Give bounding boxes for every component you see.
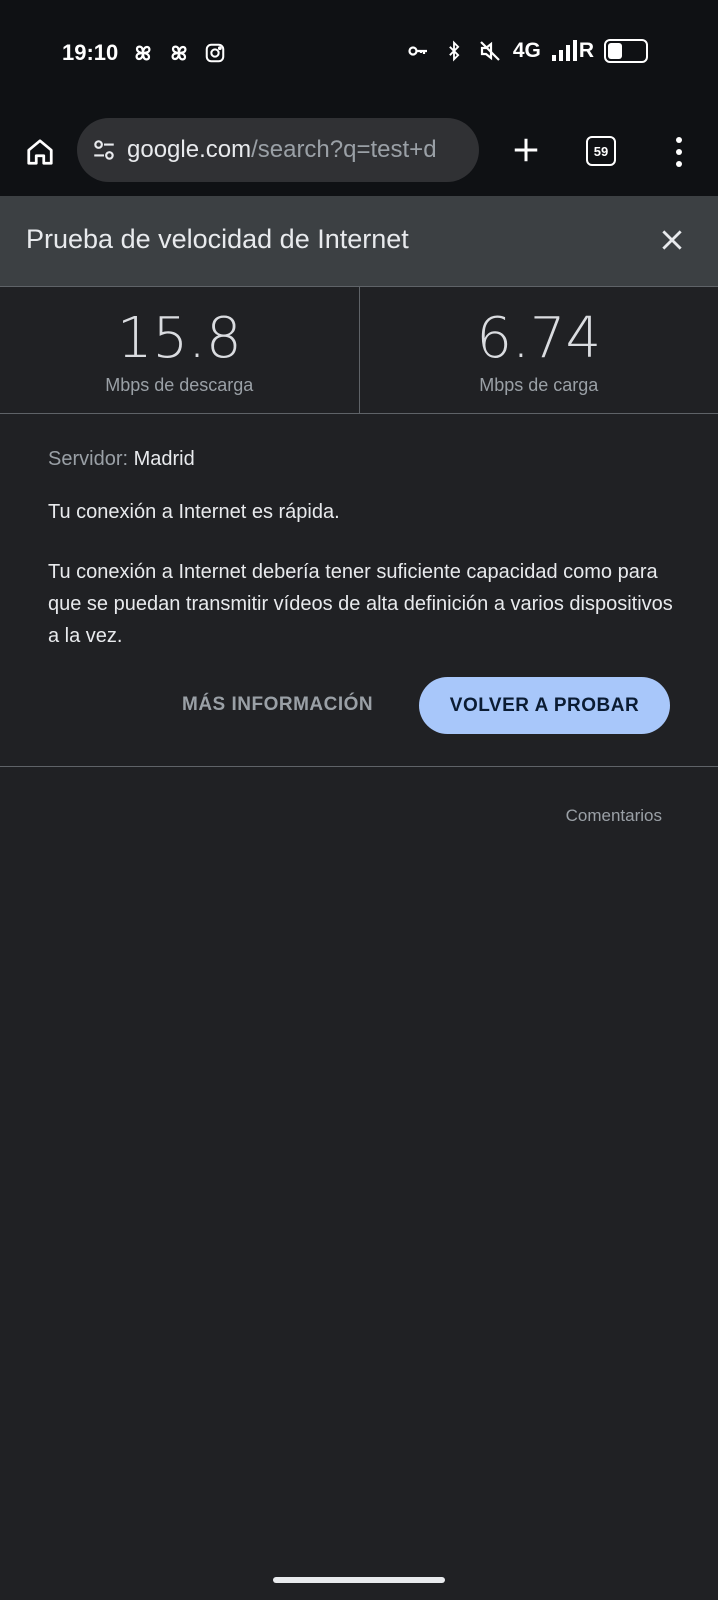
upload-value: 6.74 (476, 306, 602, 371)
upload-result: 6.74 Mbps de carga (358, 287, 718, 413)
connection-description: Tu conexión a Internet debería tener suf… (48, 561, 673, 647)
mute-icon (477, 38, 503, 64)
roaming-indicator: R (578, 39, 594, 62)
pinwheel-icon (166, 40, 192, 66)
dot-icon (676, 137, 682, 143)
server-line: Servidor: Madrid (48, 448, 678, 471)
panel-header: Prueba de velocidad de Internet (0, 196, 718, 287)
url-host: google.com (127, 136, 252, 163)
battery-icon (604, 39, 648, 63)
vpn-key-icon (405, 38, 431, 64)
feedback-link[interactable]: Comentarios (566, 806, 662, 826)
signal-icon (551, 38, 577, 64)
close-button[interactable] (652, 220, 692, 260)
home-icon (27, 139, 53, 165)
retry-button[interactable]: VOLVER A PROBAR (419, 677, 670, 734)
plus-icon (514, 138, 538, 162)
dot-icon (676, 161, 682, 167)
url-path: /search?q=test+d (251, 136, 437, 163)
new-tab-button[interactable] (504, 128, 548, 172)
gesture-bar[interactable] (273, 1577, 445, 1583)
download-value: 15.8 (116, 306, 242, 371)
more-menu-button[interactable] (664, 130, 694, 174)
close-icon (662, 230, 682, 250)
server-label: Servidor: (48, 448, 129, 470)
network-type: 4G (512, 39, 541, 62)
panel-title: Prueba de velocidad de Internet (26, 224, 409, 254)
browser-toolbar: google.com/search?q=test+d 59 (0, 108, 718, 196)
result-info: Servidor: Madrid Tu conexión a Internet … (48, 448, 678, 652)
pinwheel-icon (130, 40, 156, 66)
connection-status: Tu conexión a Internet es rápida. (48, 501, 340, 523)
dot-icon (676, 149, 682, 155)
status-bar: 19:10 4G R (0, 0, 718, 108)
upload-label: Mbps de carga (479, 375, 599, 395)
url-text[interactable]: google.com/search?q=test+d (127, 136, 437, 164)
clock: 19:10 (62, 40, 119, 65)
divider (0, 766, 718, 767)
address-bar[interactable]: google.com/search?q=test+d (77, 118, 479, 182)
more-info-button[interactable]: MÁS INFORMACIÓN (182, 694, 373, 716)
server-value: Madrid (133, 448, 195, 470)
speed-results: 15.8 Mbps de descarga 6.74 Mbps de carga (0, 287, 718, 414)
instagram-icon (202, 40, 228, 66)
bluetooth-icon (441, 38, 467, 64)
tab-switcher-button[interactable]: 59 (586, 136, 616, 166)
site-settings-icon[interactable] (89, 135, 119, 165)
download-result: 15.8 Mbps de descarga (0, 287, 359, 413)
download-label: Mbps de descarga (105, 375, 254, 395)
home-button[interactable] (18, 130, 62, 174)
